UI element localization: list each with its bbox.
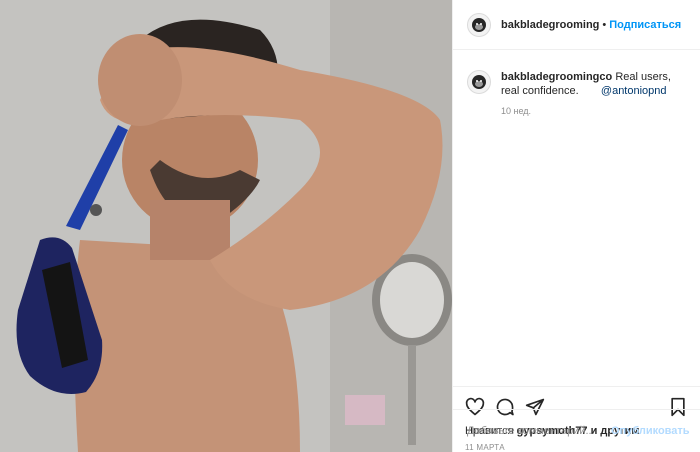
header-separator: • <box>602 18 607 31</box>
comment-input[interactable] <box>465 424 611 438</box>
caption-mention[interactable]: @antoniopnd <box>601 85 667 97</box>
comments-area: bakbladegroomingco Real users, real conf… <box>453 50 700 386</box>
caption-username[interactable]: bakbladegroomingco <box>501 71 612 83</box>
publish-button[interactable]: Опубликовать <box>611 425 690 437</box>
avatar[interactable] <box>467 12 491 37</box>
gorilla-logo-icon <box>472 75 486 89</box>
caption-text: bakbladegroomingco Real users, real conf… <box>501 70 686 98</box>
caption: bakbladegroomingco Real users, real conf… <box>467 70 686 98</box>
post-header: bakbladegrooming • Подписаться <box>453 0 700 50</box>
post-photo[interactable] <box>0 0 452 452</box>
photo-illustration <box>0 0 452 452</box>
add-comment-bar: Опубликовать <box>453 409 700 452</box>
caption-avatar[interactable] <box>467 70 491 94</box>
header-username[interactable]: bakbladegrooming <box>501 19 599 31</box>
gorilla-logo-icon <box>472 17 486 32</box>
instagram-post: bakbladegrooming • Подписаться bakbladeg… <box>0 0 700 452</box>
caption-time-ago: 10 нед. <box>501 106 532 116</box>
follow-button[interactable]: Подписаться <box>609 19 681 31</box>
post-sidebar: bakbladegrooming • Подписаться bakbladeg… <box>452 0 700 452</box>
